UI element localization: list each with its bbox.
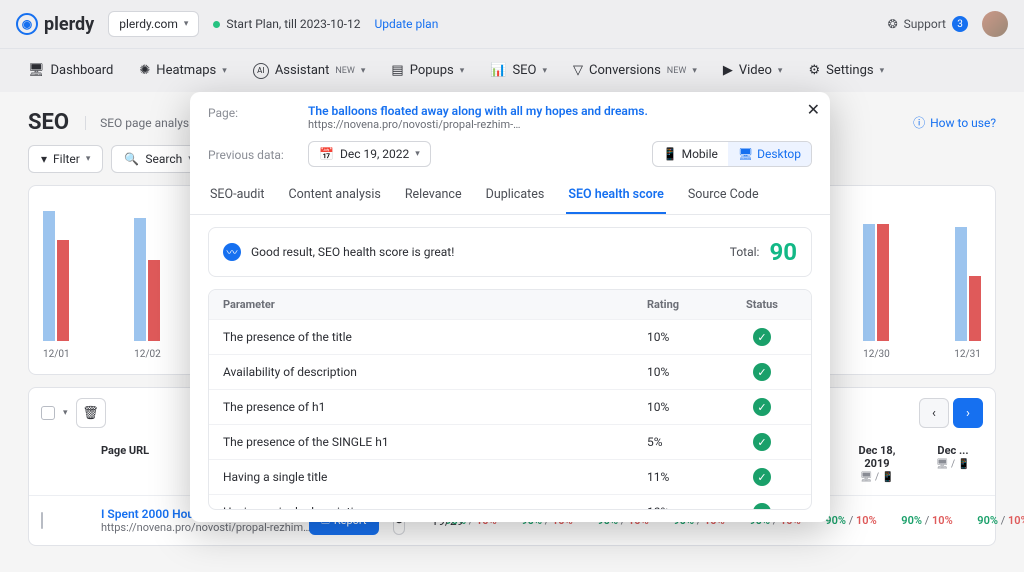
modal-page-title[interactable]: The balloons floated away along with all… <box>308 104 648 118</box>
page-label: Page: <box>208 104 298 120</box>
params-list[interactable]: Parameter Rating Status The presence of … <box>208 289 812 510</box>
param-name: Availability of description <box>223 365 647 379</box>
modal-mask: ✕ Page: The balloons floated away along … <box>0 0 1024 572</box>
param-rating: 11% <box>647 470 727 484</box>
prev-data-label: Previous data: <box>208 146 298 162</box>
tab-seo-audit[interactable]: SEO-audit <box>208 177 266 214</box>
ok-icon: ✓ <box>753 503 771 510</box>
calendar-icon: 📅 <box>319 147 334 161</box>
close-button[interactable]: ✕ <box>807 100 820 119</box>
score-icon: 〰 <box>223 243 241 261</box>
param-row: Availability of description10% ✓ <box>209 354 811 389</box>
modal-page-row: Page: The balloons floated away along wi… <box>190 92 830 135</box>
modal-tabs: SEO-audit Content analysis Relevance Duplic… <box>190 177 830 215</box>
tab-content-analysis[interactable]: Content analysis <box>286 177 382 214</box>
total-value: 90 <box>769 238 797 266</box>
score-banner: 〰 Good result, SEO health score is great… <box>208 227 812 277</box>
desktop-toggle[interactable]: 🖥Desktop <box>728 142 811 166</box>
mobile-icon: 📱 <box>663 147 678 161</box>
ok-icon: ✓ <box>753 363 771 381</box>
param-row: The presence of the title10% ✓ <box>209 319 811 354</box>
total-label: Total: <box>730 245 760 259</box>
param-name: Having a single title <box>223 470 647 484</box>
device-toggle: 📱Mobile 🖥Desktop <box>652 141 812 167</box>
param-row: The presence of h110% ✓ <box>209 389 811 424</box>
param-rating: 5% <box>647 435 727 449</box>
param-row: Having a single title11% ✓ <box>209 459 811 494</box>
banner-text: Good result, SEO health score is great! <box>251 245 454 259</box>
param-name: The presence of the title <box>223 330 647 344</box>
params-header: Parameter Rating Status <box>209 290 811 319</box>
desktop-icon: 🖥 <box>738 147 753 161</box>
ok-icon: ✓ <box>753 398 771 416</box>
ok-icon: ✓ <box>753 468 771 486</box>
tab-duplicates[interactable]: Duplicates <box>484 177 547 214</box>
col-status: Status <box>727 298 797 311</box>
tab-seo-health-score[interactable]: SEO health score <box>566 177 665 214</box>
col-parameter: Parameter <box>223 298 647 311</box>
seo-health-modal: ✕ Page: The balloons floated away along … <box>190 92 830 522</box>
param-rating: 10% <box>647 330 727 344</box>
param-row: The presence of the SINGLE h15% ✓ <box>209 424 811 459</box>
param-row: Having a single description10% ✓ <box>209 494 811 510</box>
param-rating: 10% <box>647 365 727 379</box>
param-rating: 10% <box>647 400 727 414</box>
param-name: The presence of the SINGLE h1 <box>223 435 647 449</box>
ok-icon: ✓ <box>753 328 771 346</box>
chevron-down-icon: ▾ <box>415 149 420 159</box>
modal-controls-row: Previous data: 📅Dec 19, 2022▾ 📱Mobile 🖥D… <box>190 135 830 177</box>
tab-relevance[interactable]: Relevance <box>403 177 464 214</box>
param-name: The presence of h1 <box>223 400 647 414</box>
ok-icon: ✓ <box>753 433 771 451</box>
modal-page-url: https://novena.pro/novosti/propal-rezhim… <box>308 118 648 131</box>
param-rating: 10% <box>647 505 727 510</box>
tab-source-code[interactable]: Source Code <box>686 177 761 214</box>
mobile-toggle[interactable]: 📱Mobile <box>653 142 728 166</box>
date-selector[interactable]: 📅Dec 19, 2022▾ <box>308 141 431 167</box>
col-rating: Rating <box>647 298 727 311</box>
param-name: Having a single description <box>223 505 647 510</box>
